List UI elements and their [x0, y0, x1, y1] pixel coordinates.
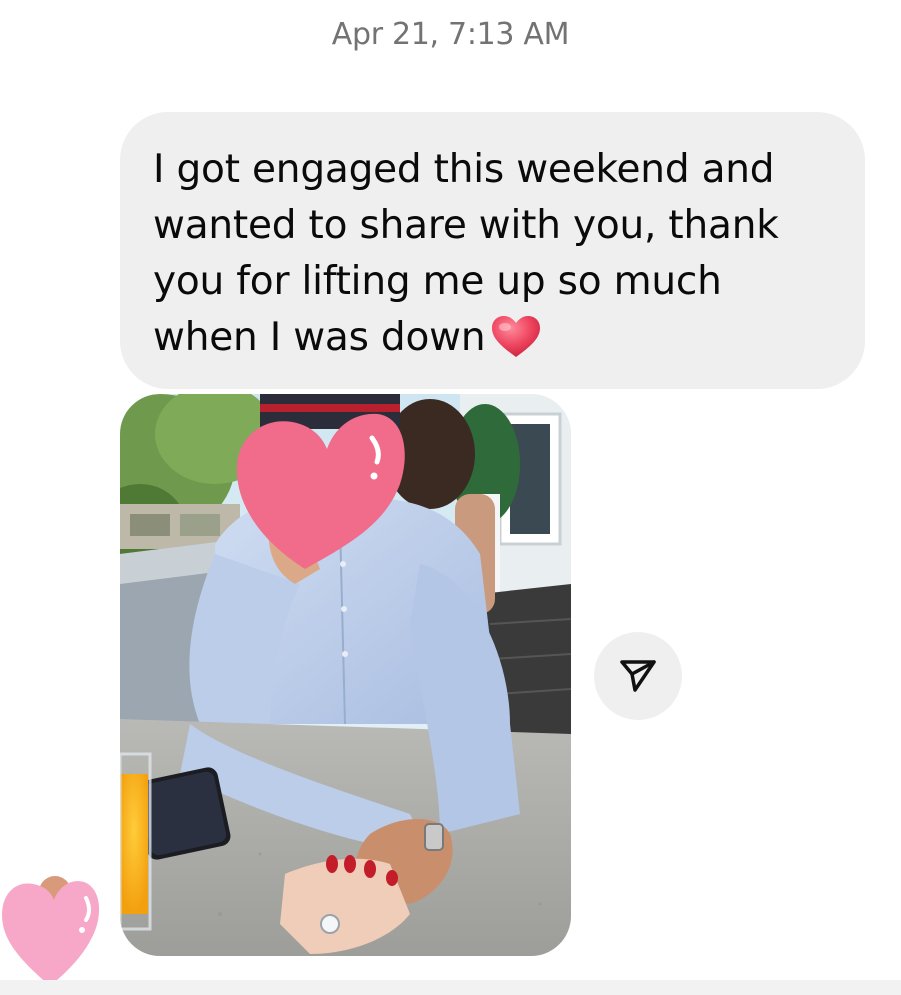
red-heart-icon — [492, 316, 541, 357]
paper-plane-icon — [620, 660, 656, 692]
message-text-container: I got engaged this weekend and wanted to… — [153, 142, 835, 366]
share-button[interactable] — [594, 632, 682, 720]
message-timestamp: Apr 21, 7:13 AM — [331, 17, 570, 52]
chat-thread: Apr 21, 7:13 AM I got engaged this weeke… — [0, 0, 901, 995]
composer-edge — [0, 980, 901, 995]
message-bubble[interactable]: I got engaged this weekend and wanted to… — [120, 112, 865, 389]
message-text: I got engaged this weekend and wanted to… — [153, 147, 779, 360]
photo-illustration — [120, 394, 571, 956]
shared-photo[interactable] — [120, 394, 571, 956]
pink-heart-icon[interactable] — [0, 870, 102, 988]
